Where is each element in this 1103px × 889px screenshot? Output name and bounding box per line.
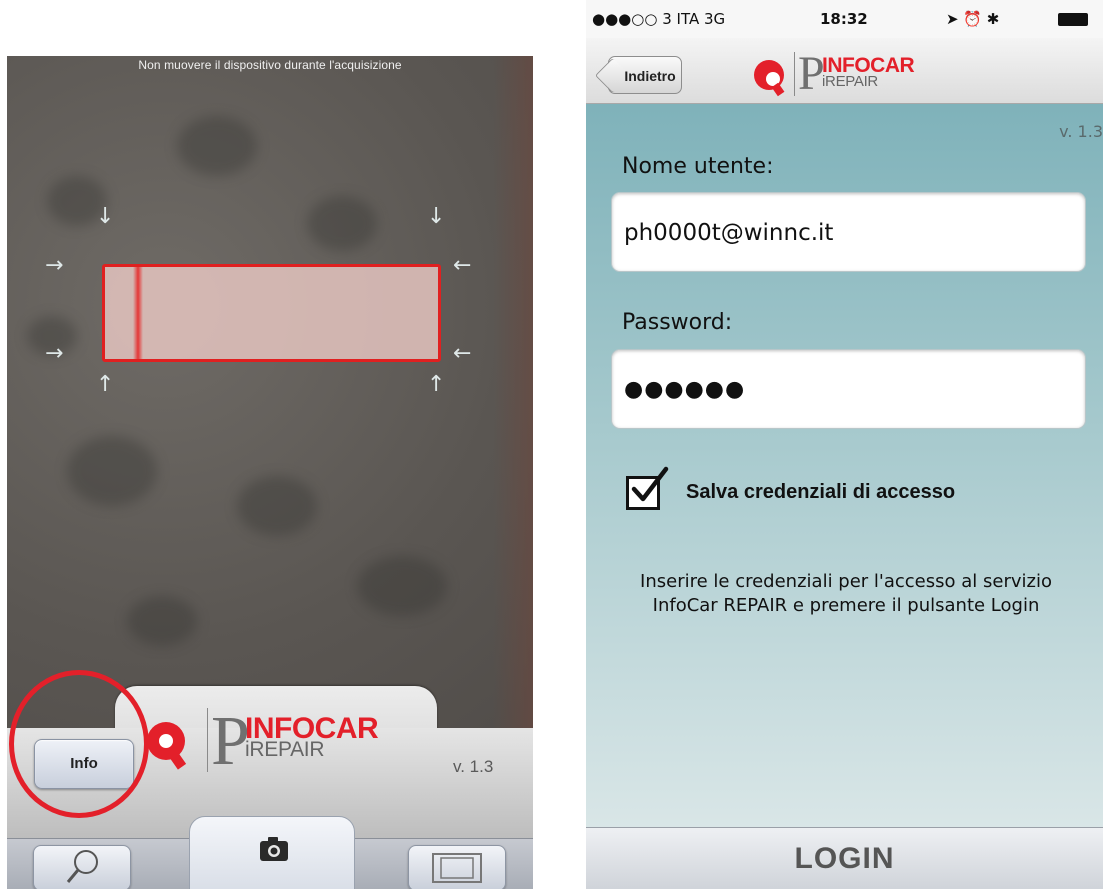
arrow-up-icon: ↑ [427, 372, 446, 397]
username-label: Nome utente: [622, 154, 774, 179]
battery-icon [1058, 13, 1088, 26]
arrow-left-icon: ← [453, 253, 472, 278]
password-label: Password: [622, 310, 733, 335]
arrow-right-icon: → [45, 341, 64, 366]
infocar-logo: P INFOCAR iREPAIR [754, 47, 954, 100]
navigation-bar: Indietro P INFOCAR iREPAIR [586, 38, 1103, 104]
login-button[interactable]: LOGIN [586, 827, 1103, 889]
arrow-up-icon: ↑ [96, 372, 115, 397]
arrow-right-icon: → [45, 253, 64, 278]
frame-icon [432, 853, 482, 883]
arrow-left-icon: ← [453, 341, 472, 366]
password-input[interactable]: ●●●●●● [611, 349, 1086, 429]
frame-button[interactable] [408, 845, 506, 889]
instruction-text: Non muovere il dispositivo durante l'acq… [138, 58, 402, 72]
clock-text: 18:32 [820, 10, 868, 28]
camera-icon [260, 837, 288, 861]
help-text: Inserire le credenziali per l'accesso al… [640, 571, 1052, 616]
scanner-screen: Non muovere il dispositivo durante l'acq… [7, 56, 533, 889]
login-screen: ●●●○○ 3 ITA 3G 18:32 ➤ ⏰ ✱ Indietro P IN… [586, 0, 1103, 889]
version-label: v. 1.3 [453, 757, 494, 776]
search-button[interactable] [33, 845, 131, 889]
camera-button[interactable] [189, 816, 355, 889]
version-label: v. 1.3 [1059, 122, 1103, 141]
status-bar: ●●●○○ 3 ITA 3G 18:32 ➤ ⏰ ✱ [586, 0, 1103, 38]
login-form: v. 1.3 Nome utente: ph0000t@winnc.it Pas… [586, 104, 1103, 827]
scan-target-box [102, 264, 441, 362]
highlight-circle [9, 670, 149, 818]
carrier-text: ●●●○○ 3 ITA 3G [592, 10, 726, 28]
arrow-down-icon: ↓ [427, 204, 446, 229]
save-credentials-label[interactable]: Salva credenziali di accesso [686, 481, 955, 504]
infocar-logo: P INFOCAR iREPAIR [147, 703, 387, 780]
status-icons: ➤ ⏰ ✱ [946, 10, 1000, 28]
checkmark-icon [631, 466, 669, 502]
scan-line [133, 267, 143, 359]
search-icon [66, 850, 98, 883]
save-credentials-checkbox[interactable] [626, 466, 669, 510]
arrow-down-icon: ↓ [96, 204, 115, 229]
back-button[interactable]: Indietro [608, 56, 682, 94]
username-input[interactable]: ph0000t@winnc.it [611, 192, 1086, 272]
